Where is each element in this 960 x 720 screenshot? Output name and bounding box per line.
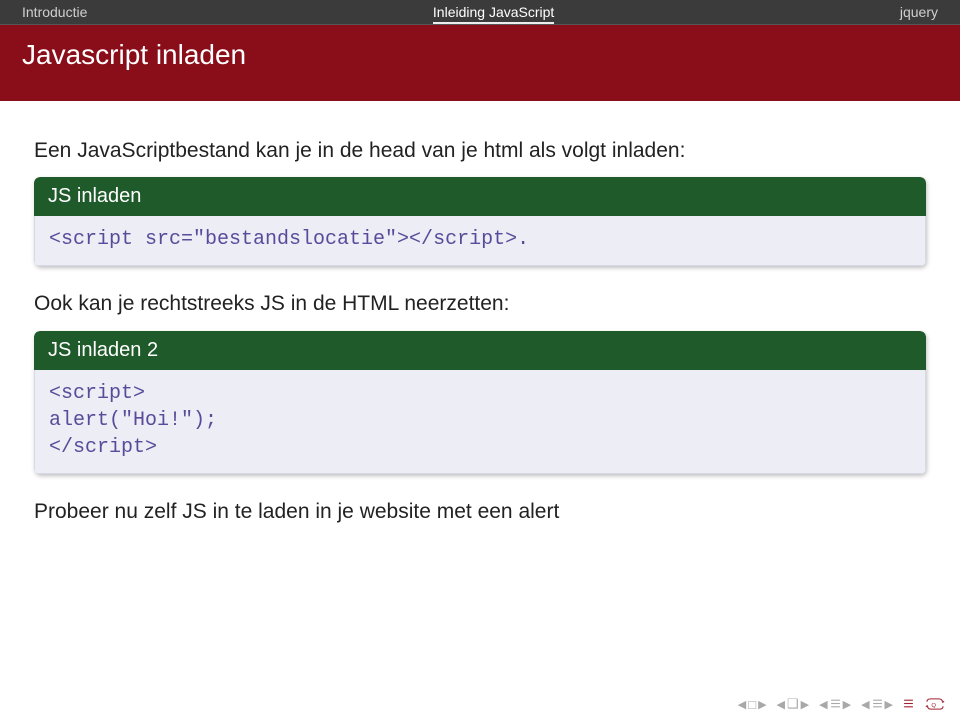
nav-prev-button[interactable]: ◀▶ [819,697,851,712]
loop-arrows-icon: Q [924,697,946,711]
code-block-2-body: <script> alert("Hoi!"); </script> [34,370,926,474]
svg-text:Q: Q [931,703,936,709]
code-block-1-body: <script src="bestandslocatie"></script>. [34,216,926,266]
code-block-1-title: JS inladen [34,177,926,216]
slide-content: Een JavaScriptbestand kan je in de head … [0,101,960,720]
square-icon: □ [748,697,756,712]
nav-item-jquery[interactable]: jquery [900,4,938,22]
lines-icon [903,697,914,712]
code-block-1: JS inladen <script src="bestandslocatie"… [34,177,926,266]
nav-item-inleiding-javascript[interactable]: Inleiding JavaScript [433,4,554,24]
slide: Introductie Inleiding JavaScript jquery … [0,0,960,720]
nav-item-introductie[interactable]: Introductie [22,4,87,22]
top-nav: Introductie Inleiding JavaScript jquery [0,0,960,25]
nav-prev-section-button[interactable]: ◀❑▶ [777,696,810,712]
nav-next-button[interactable]: ◀▶ [861,697,893,712]
triangle-right-icon: ▶ [758,698,766,711]
code-block-2: JS inladen 2 <script> alert("Hoi!"); </s… [34,331,926,474]
paragraph-1: Een JavaScriptbestand kan je in de head … [34,137,926,165]
nav-first-button[interactable]: ◀□▶ [738,697,767,712]
triangle-left-icon: ◀ [777,698,785,711]
nav-mode-button[interactable] [903,697,914,712]
footer-nav: ◀□▶ ◀❑▶ ◀▶ ◀▶ Q [738,696,946,712]
triangle-right-icon: ▶ [885,698,893,711]
code-block-2-title: JS inladen 2 [34,331,926,370]
triangle-left-icon: ◀ [738,698,746,711]
paragraph-2: Ook kan je rechtstreeks JS in de HTML ne… [34,290,926,318]
triangle-left-icon: ◀ [861,698,869,711]
lines-icon [830,697,841,712]
frame-icon: ❑ [787,696,799,712]
triangle-right-icon: ▶ [843,698,851,711]
triangle-left-icon: ◀ [819,698,827,711]
slide-title: Javascript inladen [0,25,960,101]
paragraph-3: Probeer nu zelf JS in te laden in je web… [34,498,926,526]
nav-loop-button[interactable]: Q [924,697,946,711]
lines-icon [872,697,883,712]
triangle-right-icon: ▶ [801,698,809,711]
